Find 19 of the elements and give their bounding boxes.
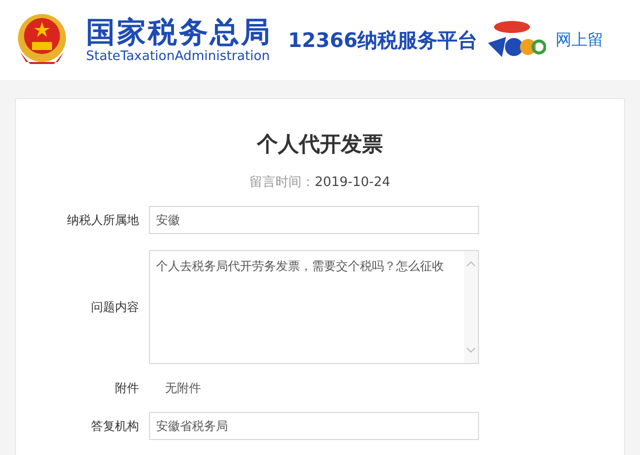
scrollbar[interactable] [464, 251, 478, 363]
message-time: 2019-10-24 [314, 174, 390, 192]
input-field[interactable]: 安徽 [149, 206, 479, 234]
platform-name: 12366纳税服务平台 [288, 27, 478, 54]
scroll-up-icon[interactable] [466, 261, 476, 267]
scroll-down-icon[interactable] [466, 347, 476, 353]
input-field[interactable]: 安徽省税务局 [149, 412, 479, 440]
time-label: 留言时间： [250, 174, 315, 192]
field-label: 纳税人所属地 [66, 212, 140, 229]
nav-link[interactable]: 网上留 [556, 28, 604, 52]
agency-name: 国家税务总局 [86, 15, 272, 49]
field-label: 答复机构 [90, 418, 140, 435]
message-title: 个人代开发票 [257, 131, 383, 158]
field-label: 问题内容 [90, 299, 140, 316]
attachment-value: 无附件 [164, 380, 201, 397]
agency-name-english: StateTaxationAdministration [86, 49, 271, 65]
question-text: 个人去税务局代开劳务发票，需要交个税吗？怎么征收 [155, 258, 445, 275]
textarea-field[interactable]: 个人去税务局代开劳务发票，需要交个税吗？怎么征收 [149, 250, 479, 364]
field-label: 附件 [114, 380, 140, 397]
